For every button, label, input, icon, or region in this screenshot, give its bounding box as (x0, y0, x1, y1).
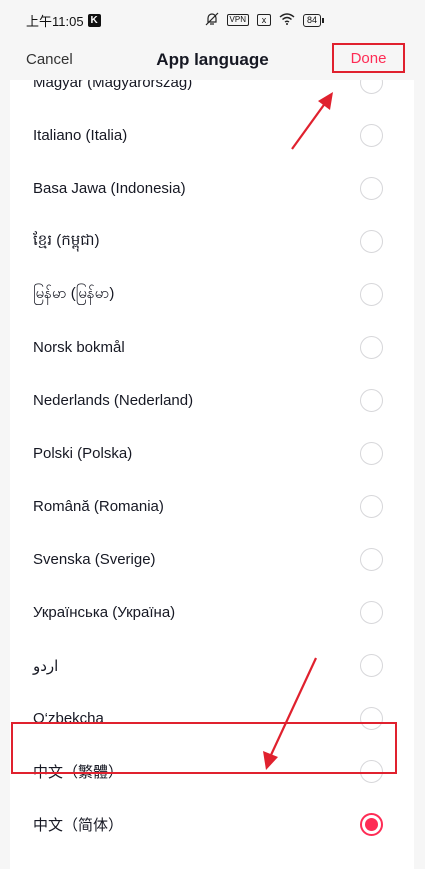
language-label: Polski (Polska) (33, 445, 133, 462)
language-row[interactable]: Nederlands (Nederland) (10, 374, 414, 427)
header: Cancel App language Done (0, 40, 425, 80)
status-icons: VPN x 84 (205, 12, 325, 29)
radio-unchecked-icon[interactable] (360, 124, 383, 147)
cancel-button[interactable]: Cancel (26, 51, 73, 68)
radio-unchecked-icon[interactable] (360, 707, 383, 730)
page-title: App language (156, 50, 269, 69)
language-row[interactable]: Norsk bokmål (10, 321, 414, 374)
done-button[interactable]: Done (332, 43, 405, 73)
radio-unchecked-icon[interactable] (360, 177, 383, 200)
language-label: Română (Romania) (33, 498, 164, 515)
sim-icon: x (256, 14, 271, 26)
language-row[interactable]: Polski (Polska) (10, 427, 414, 480)
radio-unchecked-icon[interactable] (360, 760, 383, 783)
radio-unchecked-icon[interactable] (360, 442, 383, 465)
wifi-icon (279, 12, 295, 28)
status-time: 上午11:05 (26, 13, 84, 29)
app-badge-icon: K (87, 13, 101, 27)
radio-checked-icon[interactable] (360, 813, 383, 836)
radio-unchecked-icon[interactable] (360, 601, 383, 624)
language-label: Magyar (Magyarország) (33, 80, 193, 91)
language-label: မြန်မာ (မြန်မာ) (33, 284, 115, 302)
battery-icon: 84 (302, 13, 325, 27)
radio-unchecked-icon[interactable] (360, 80, 383, 94)
language-label: 中文（简体） (33, 817, 124, 834)
language-row[interactable]: Română (Romania) (10, 480, 414, 533)
language-row[interactable]: 中文（简体） (10, 798, 414, 851)
language-label: O‘zbekcha (33, 710, 104, 727)
radio-unchecked-icon[interactable] (360, 230, 383, 253)
mute-bell-icon (205, 12, 219, 29)
status-bar: 上午11:05 K VPN x 84 (0, 0, 425, 40)
language-row[interactable]: ខ្មែរ (កម្ពុជា) (10, 215, 414, 268)
language-row[interactable]: Italiano (Italia) (10, 109, 414, 162)
language-label: Nederlands (Nederland) (33, 392, 194, 409)
language-label: ខ្មែរ (កម្ពុជា) (33, 231, 100, 249)
language-label: Italiano (Italia) (33, 127, 128, 144)
language-list[interactable]: Magyar (Magyarország) Italiano (Italia) Ba… (10, 80, 414, 869)
radio-unchecked-icon[interactable] (360, 495, 383, 518)
language-label: Українська (Україна) (33, 604, 176, 621)
language-label: اردو (33, 657, 59, 675)
language-label: Norsk bokmål (33, 339, 125, 356)
language-row[interactable]: 中文（繁體） (10, 745, 414, 798)
language-row[interactable]: Svenska (Sverige) (10, 533, 414, 586)
language-label: 中文（繁體） (33, 764, 124, 781)
radio-unchecked-icon[interactable] (360, 548, 383, 571)
status-time-group: 上午11:05 K (26, 11, 101, 30)
done-label: Done (350, 49, 387, 67)
radio-unchecked-icon[interactable] (360, 389, 383, 412)
language-row[interactable]: မြန်မာ (မြန်မာ) (10, 268, 414, 321)
language-row[interactable]: اردو (10, 639, 414, 692)
language-label: Basa Jawa (Indonesia) (33, 180, 186, 197)
radio-unchecked-icon[interactable] (360, 283, 383, 306)
language-row[interactable]: Magyar (Magyarország) (10, 80, 414, 109)
language-row[interactable]: O‘zbekcha (10, 692, 414, 745)
vpn-icon: VPN (226, 14, 249, 26)
language-row[interactable]: Basa Jawa (Indonesia) (10, 162, 414, 215)
language-row[interactable]: Українська (Україна) (10, 586, 414, 639)
radio-unchecked-icon[interactable] (360, 336, 383, 359)
language-label: Svenska (Sverige) (33, 551, 156, 568)
radio-unchecked-icon[interactable] (360, 654, 383, 677)
